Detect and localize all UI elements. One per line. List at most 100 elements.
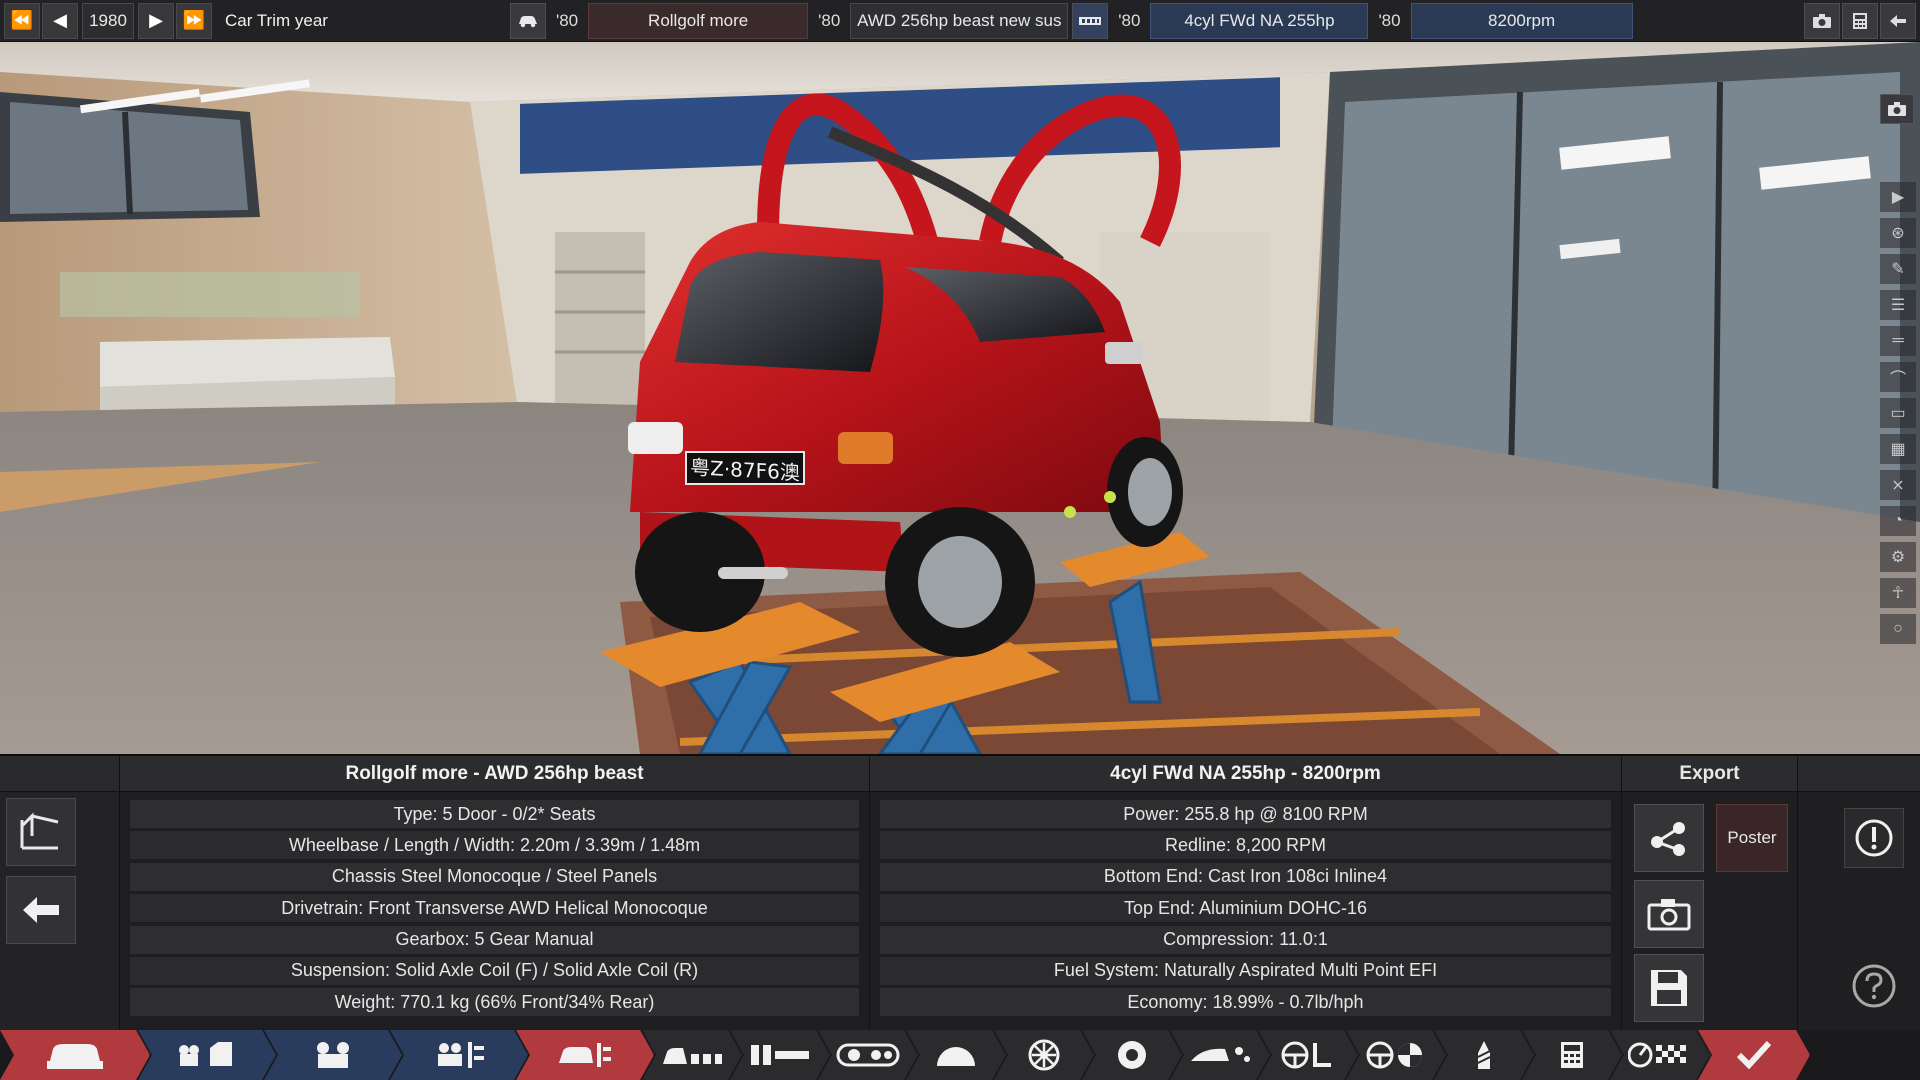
engine-top-end-row: Top End: Aluminium DOHC-16 bbox=[880, 894, 1611, 923]
save-button[interactable] bbox=[1634, 954, 1704, 1022]
view-tools-strip: ▶ ⊛ ✎ ☰ ═ ⌒ ▭ ▦ ⨯ ◔ ⚙ ☥ ○ bbox=[1876, 182, 1920, 644]
engine-bottom-end-row: Bottom End: Cast Iron 108ci Inline4 bbox=[880, 862, 1611, 891]
tab-engine-top-end[interactable] bbox=[390, 1030, 528, 1080]
car-type-row: Type: 5 Door - 0/2* Seats bbox=[130, 800, 859, 828]
tab-brakes[interactable] bbox=[906, 1030, 1006, 1080]
aero-tab-icon bbox=[1189, 1043, 1251, 1067]
paint-tab-icon bbox=[1472, 1039, 1496, 1071]
gauge-view-icon[interactable]: ◔ bbox=[1880, 506, 1916, 536]
warning-button[interactable] bbox=[1844, 808, 1904, 868]
settings-gear-icon[interactable]: ⚙ bbox=[1880, 542, 1916, 572]
model-year: '80 bbox=[555, 10, 579, 30]
testing-tab-icon bbox=[1628, 1041, 1692, 1069]
engine-info-header: 4cyl FWd NA 255hp - 8200rpm bbox=[870, 756, 1621, 792]
car-suspension-row: Suspension: Solid Axle Coil (F) / Solid … bbox=[130, 956, 859, 985]
engine-redline-row: Redline: 8,200 RPM bbox=[880, 831, 1611, 860]
car-model-icon[interactable] bbox=[509, 2, 546, 39]
engine-top-end-tab-icon bbox=[432, 1040, 486, 1070]
tab-aero[interactable] bbox=[1170, 1030, 1270, 1080]
year-rewind-icon[interactable]: ⏪ bbox=[4, 2, 40, 39]
engine-economy-row: Economy: 18.99% - 0.7lb/hph bbox=[880, 988, 1611, 1017]
car-info-column: Rollgolf more - AWD 256hp beast Type: 5 … bbox=[120, 756, 870, 1032]
export-column: Export Poster bbox=[1622, 756, 1798, 1032]
engine-variant-field[interactable]: 8200rpm bbox=[1410, 2, 1633, 39]
tab-engine-bottom-end[interactable] bbox=[264, 1030, 402, 1080]
tab-testing[interactable] bbox=[1610, 1030, 1710, 1080]
right-header bbox=[1798, 756, 1920, 792]
tab-car-model[interactable] bbox=[0, 1030, 150, 1080]
paint-icon[interactable]: ✎ bbox=[1880, 254, 1916, 284]
engine-family-tab-icon bbox=[172, 1042, 242, 1068]
year-next-icon[interactable]: ▶ bbox=[138, 2, 174, 39]
lift-view-icon[interactable]: ⨯ bbox=[1880, 470, 1916, 500]
engine-power-row: Power: 255.8 hp @ 8100 RPM bbox=[880, 800, 1611, 828]
car-view-icon[interactable]: ▭ bbox=[1880, 398, 1916, 428]
body-view-icon[interactable]: ⌒ bbox=[1880, 362, 1916, 392]
poster-button[interactable]: Poster bbox=[1716, 804, 1788, 872]
license-plate-text: 粤Z·87F6澳 bbox=[690, 454, 800, 485]
family-year: '80 bbox=[1118, 10, 1141, 30]
share-button[interactable] bbox=[1634, 804, 1704, 872]
year-fast-forward-icon[interactable]: ⏩ bbox=[176, 2, 212, 39]
year-value[interactable]: 1980 bbox=[82, 2, 134, 39]
engine-bottom-end-tab-icon bbox=[308, 1040, 358, 1070]
calculator-icon[interactable] bbox=[1842, 2, 1878, 39]
tab-engine-family[interactable] bbox=[138, 1030, 276, 1080]
car-stats-list: Type: 5 Door - 0/2* Seats Wheelbase / Le… bbox=[120, 792, 869, 1017]
engine-view-icon[interactable]: ▦ bbox=[1880, 434, 1916, 464]
reset-view-button[interactable] bbox=[6, 798, 76, 866]
safety-tab-icon bbox=[1366, 1041, 1426, 1069]
garage-scene bbox=[0, 42, 1920, 754]
top-toolbar: ⏪ ◀ 1980 ▶ ⏩ Car Trim year '80 Rollgolf … bbox=[0, 0, 1920, 42]
screenshot-camera-icon[interactable] bbox=[1804, 2, 1840, 39]
trim-drivetrain-tab-icon bbox=[557, 1041, 613, 1069]
engine-compression-row: Compression: 11.0:1 bbox=[880, 925, 1611, 954]
driver-figure-icon[interactable]: ☥ bbox=[1880, 578, 1916, 608]
tyres-tab-icon bbox=[1116, 1039, 1148, 1071]
left-header bbox=[0, 756, 119, 792]
tab-chassis[interactable] bbox=[730, 1030, 830, 1080]
trim-year: '80 bbox=[818, 10, 841, 30]
garage-viewport[interactable]: 粤Z·87F6澳 ▶ ⊛ ✎ ☰ ═ ⌒ ▭ ▦ ⨯ ◔ ⚙ ☥ ○ bbox=[0, 42, 1920, 754]
summary-panel: Rollgolf more - AWD 256hp beast Type: 5 … bbox=[0, 754, 1920, 1032]
interior-tab-icon bbox=[1281, 1041, 1335, 1069]
circle-toggle-icon[interactable]: ○ bbox=[1880, 614, 1916, 644]
viewport-camera-icon[interactable] bbox=[1880, 94, 1914, 124]
engine-family-field[interactable]: 4cyl FWd NA 255hp bbox=[1150, 2, 1369, 39]
export-header: Export bbox=[1622, 756, 1797, 792]
year-prev-icon[interactable]: ◀ bbox=[42, 2, 78, 39]
chassis-view-icon[interactable]: ☰ bbox=[1880, 290, 1916, 320]
trim-name-field[interactable]: AWD 256hp beast new sus bbox=[850, 2, 1069, 39]
back-button[interactable] bbox=[6, 876, 76, 944]
bottom-navigation bbox=[0, 1030, 1920, 1080]
car-chassis-row: Chassis Steel Monocoque / Steel Panels bbox=[130, 862, 859, 891]
exit-arrow-icon[interactable] bbox=[1880, 2, 1916, 39]
suspension-tab-icon bbox=[836, 1041, 900, 1069]
car-drivetrain-row: Drivetrain: Front Transverse AWD Helical… bbox=[130, 894, 859, 923]
wheel-view-icon[interactable]: ⊛ bbox=[1880, 218, 1916, 248]
tab-wheels[interactable] bbox=[994, 1030, 1094, 1080]
tab-finish[interactable] bbox=[1698, 1030, 1810, 1080]
car-gearbox-row: Gearbox: 5 Gear Manual bbox=[130, 925, 859, 954]
car-model-tab-icon bbox=[45, 1039, 105, 1071]
brakes-tab-icon bbox=[933, 1042, 979, 1068]
engine-fuel-system-row: Fuel System: Naturally Aspirated Multi P… bbox=[880, 956, 1611, 985]
tab-suspension[interactable] bbox=[818, 1030, 918, 1080]
engine-family-icon[interactable] bbox=[1072, 2, 1109, 39]
tab-body[interactable] bbox=[642, 1030, 742, 1080]
photo-button[interactable] bbox=[1634, 880, 1704, 948]
tab-interior[interactable] bbox=[1258, 1030, 1358, 1080]
car-info-header: Rollgolf more - AWD 256hp beast bbox=[120, 756, 869, 792]
tab-trim-drivetrain[interactable] bbox=[516, 1030, 654, 1080]
tab-calculator[interactable] bbox=[1522, 1030, 1622, 1080]
help-button[interactable] bbox=[1844, 956, 1904, 1016]
calculator-tab-icon bbox=[1560, 1041, 1584, 1069]
suspension-view-icon[interactable]: ═ bbox=[1880, 326, 1916, 356]
tab-safety[interactable] bbox=[1346, 1030, 1446, 1080]
play-icon[interactable]: ▶ bbox=[1880, 182, 1916, 212]
trim-year-label: Car Trim year bbox=[225, 10, 328, 30]
checkmark-icon bbox=[1737, 1041, 1771, 1069]
tab-tyres[interactable] bbox=[1082, 1030, 1182, 1080]
tab-paint[interactable] bbox=[1434, 1030, 1534, 1080]
model-name-field[interactable]: Rollgolf more bbox=[588, 2, 809, 39]
